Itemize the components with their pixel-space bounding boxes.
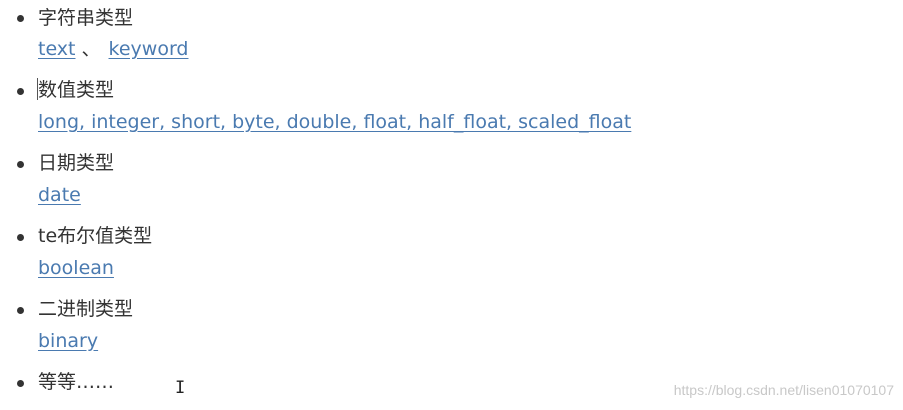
- item-heading-binary-type: 二进制类型: [38, 298, 134, 320]
- separator: 、: [81, 38, 101, 60]
- link-keyword[interactable]: keyword: [109, 38, 189, 60]
- item-links-boolean-type: boolean: [38, 257, 114, 279]
- bullet-dot: [17, 15, 24, 22]
- text-cursor-icon: I: [175, 378, 186, 398]
- link-text[interactable]: text: [38, 38, 76, 60]
- bullet-dot: [17, 161, 24, 168]
- link-date[interactable]: date: [38, 184, 81, 206]
- item-heading-boolean-type: te布尔值类型: [38, 225, 153, 247]
- item-links-numeric-type: long, integer, short, byte, double, floa…: [38, 111, 631, 133]
- bullet-dot: [17, 380, 24, 387]
- item-heading-numeric-type: 数值类型: [38, 79, 115, 101]
- bullet-dot: [17, 88, 24, 95]
- bullet-dot: [17, 307, 24, 314]
- item-links-binary-type: binary: [38, 330, 98, 352]
- watermark: https://blog.csdn.net/lisen01070107: [673, 382, 894, 398]
- link-binary[interactable]: binary: [38, 330, 98, 352]
- link-boolean[interactable]: boolean: [38, 257, 114, 279]
- link-numeric-types[interactable]: long, integer, short, byte, double, floa…: [38, 111, 631, 133]
- item-heading-date-type: 日期类型: [38, 152, 115, 174]
- item-links-string-type: text、 keyword: [38, 38, 188, 60]
- bullet-dot: [17, 234, 24, 241]
- item-heading-string-type: 字符串类型: [38, 7, 134, 29]
- item-heading-etc: 等等……: [38, 371, 115, 393]
- item-links-date-type: date: [38, 184, 81, 206]
